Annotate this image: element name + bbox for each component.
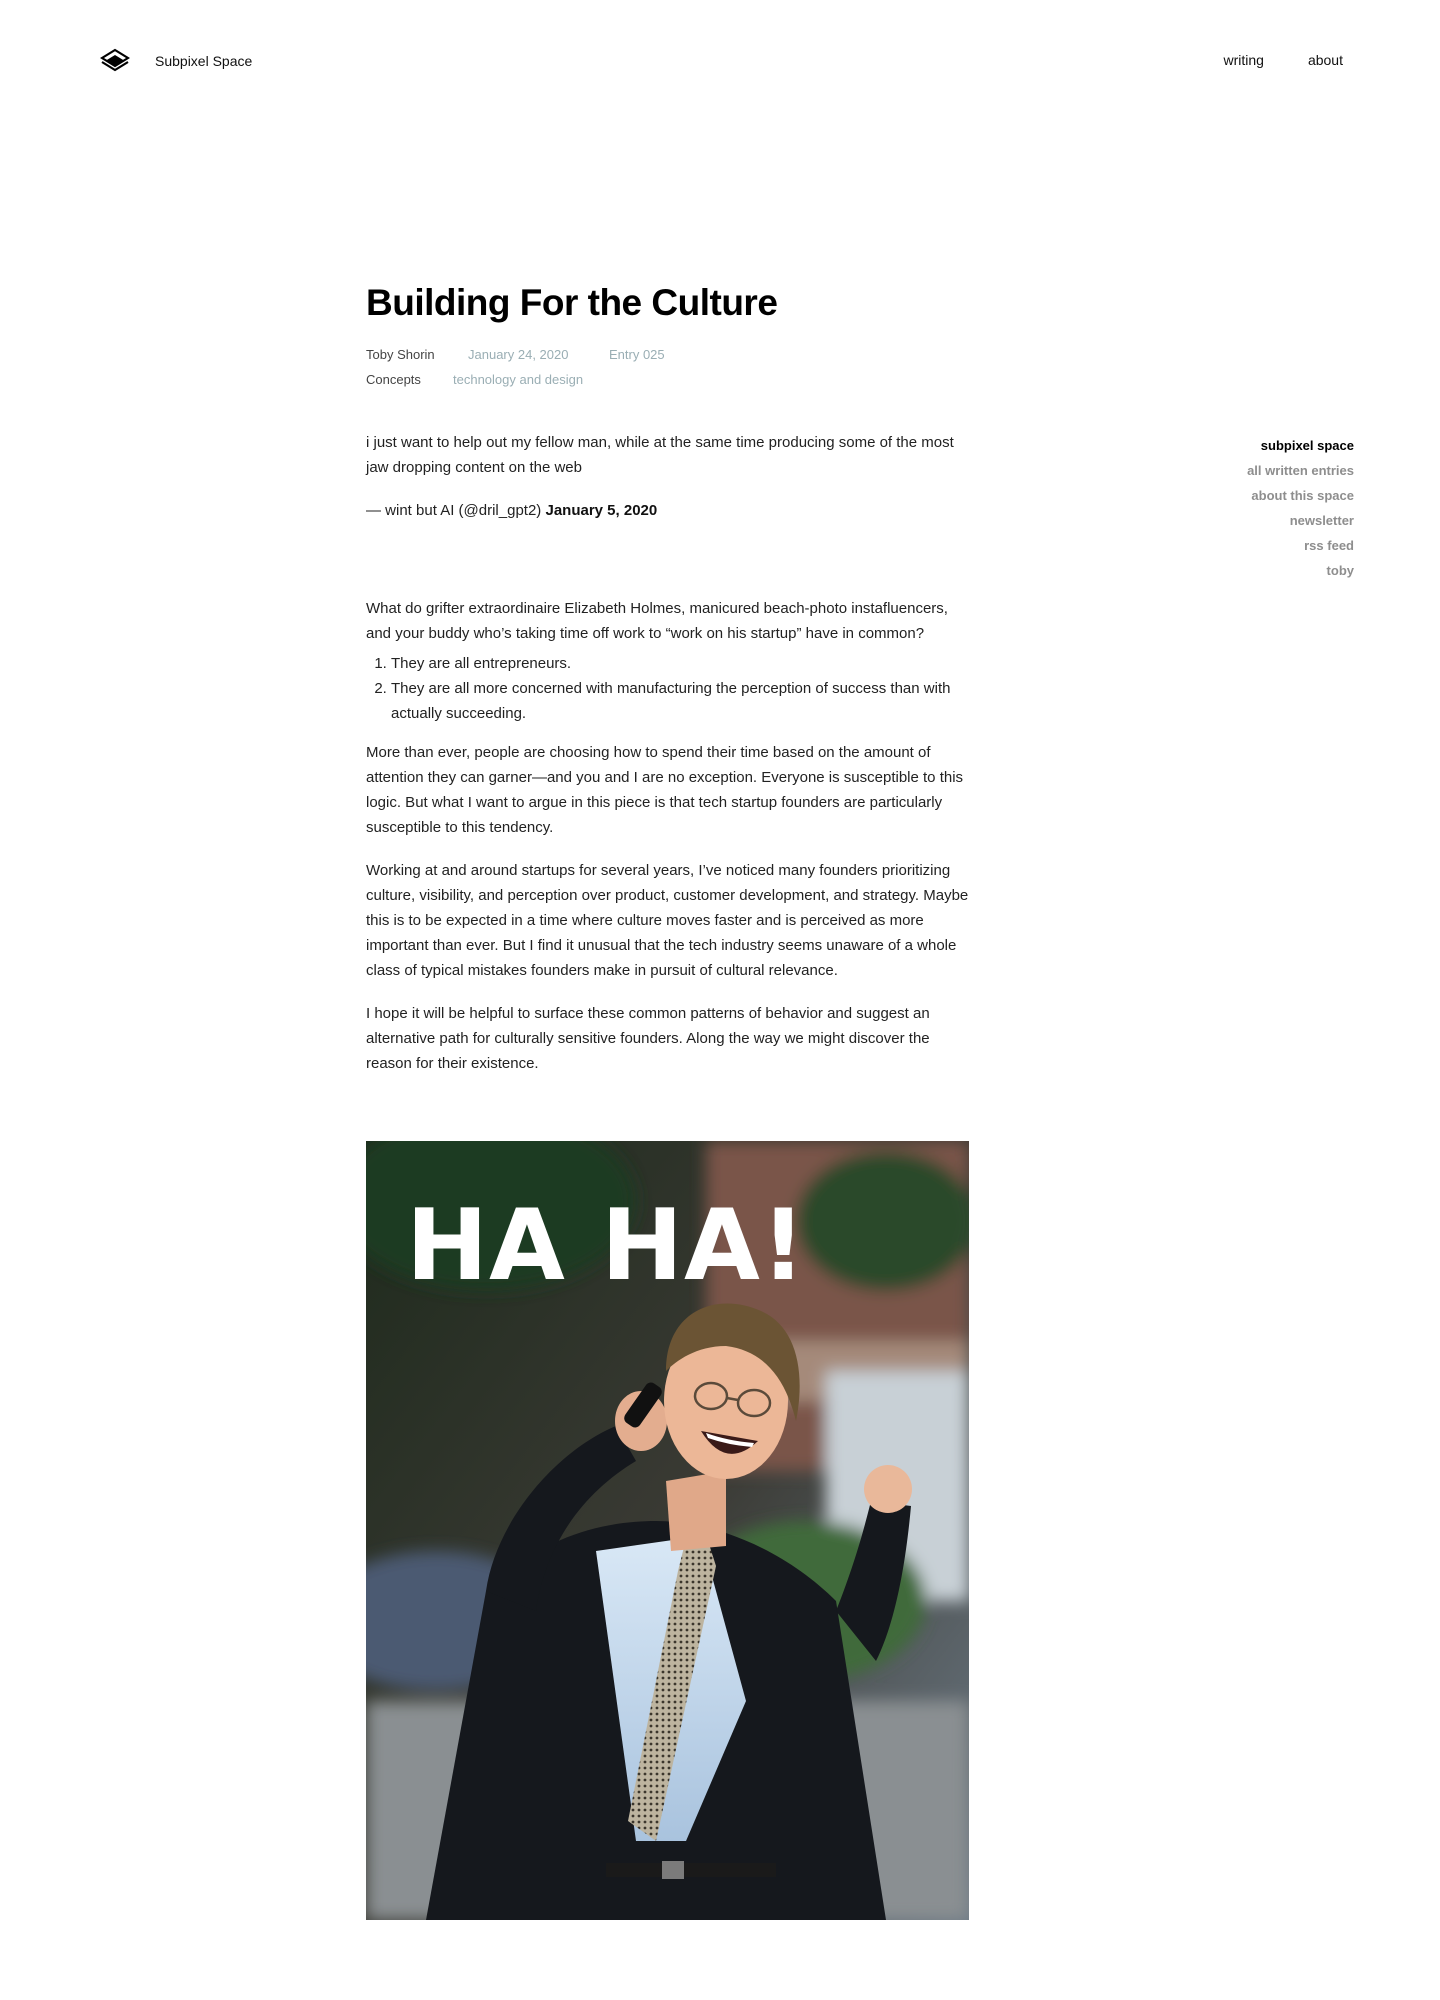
sidebar-item-rss-feed[interactable]: rss feed xyxy=(1247,533,1354,558)
top-nav: writing about xyxy=(1223,52,1343,68)
paragraph: What do grifter extraordinaire Elizabeth… xyxy=(366,600,948,642)
paragraph: I hope it will be helpful to surface the… xyxy=(366,1005,930,1072)
sidebar-item-toby[interactable]: toby xyxy=(1247,558,1354,583)
publish-date: January 24, 2020 xyxy=(468,347,569,362)
paragraph: Working at and around startups for sever… xyxy=(366,862,969,979)
epigraph: i just want to help out my fellow man, w… xyxy=(366,430,970,523)
sidebar-item-subpixel-space[interactable]: subpixel space xyxy=(1247,433,1354,458)
meme-illustration: HA HA! xyxy=(366,1141,969,1920)
subpixel-logo-icon xyxy=(100,48,130,72)
article-title: Building For the Culture xyxy=(366,282,778,323)
sidebar-nav: subpixel space all written entries about… xyxy=(1247,433,1354,583)
list-item: They are all entrepreneurs. xyxy=(391,651,970,676)
epigraph-date-link[interactable]: January 5, 2020 xyxy=(545,502,657,519)
epigraph-quote: i just want to help out my fellow man, w… xyxy=(366,434,954,476)
tag-link[interactable]: technology and design xyxy=(453,367,583,392)
article-meta: Toby Shorin January 24, 2020 Entry 025 C… xyxy=(366,342,970,392)
site-name: Subpixel Space xyxy=(155,53,253,69)
article: Building For the Culture Toby Shorin Jan… xyxy=(366,278,970,1094)
paragraph: More than ever, people are choosing how … xyxy=(366,744,964,836)
sidebar-item-all-written-entries[interactable]: all written entries xyxy=(1247,458,1354,483)
entry-number: Entry 025 xyxy=(609,347,665,362)
author-link[interactable]: Toby Shorin xyxy=(366,342,468,367)
site-header: Subpixel Space writing about xyxy=(0,0,1440,120)
meme-image: HA HA! xyxy=(366,1141,969,1920)
list-item: They are all more concerned with manufac… xyxy=(391,676,970,726)
sidebar-item-newsletter[interactable]: newsletter xyxy=(1247,508,1354,533)
meme-caption: HA HA! xyxy=(406,1189,807,1303)
nav-writing-link[interactable]: writing xyxy=(1223,52,1263,68)
nav-about-link[interactable]: about xyxy=(1308,52,1343,68)
epigraph-attribution: — wint but AI (@dril_gpt2) January 5, 20… xyxy=(366,498,970,523)
site-brand-link[interactable]: Subpixel Space xyxy=(100,48,252,74)
ordered-list: They are all entrepreneurs. They are all… xyxy=(366,651,970,726)
category-link[interactable]: Concepts xyxy=(366,367,453,392)
article-body: What do grifter extraordinaire Elizabeth… xyxy=(366,596,970,1076)
epigraph-author: — wint but AI (@dril_gpt2) xyxy=(366,502,542,519)
sidebar-item-about-this-space[interactable]: about this space xyxy=(1247,483,1354,508)
